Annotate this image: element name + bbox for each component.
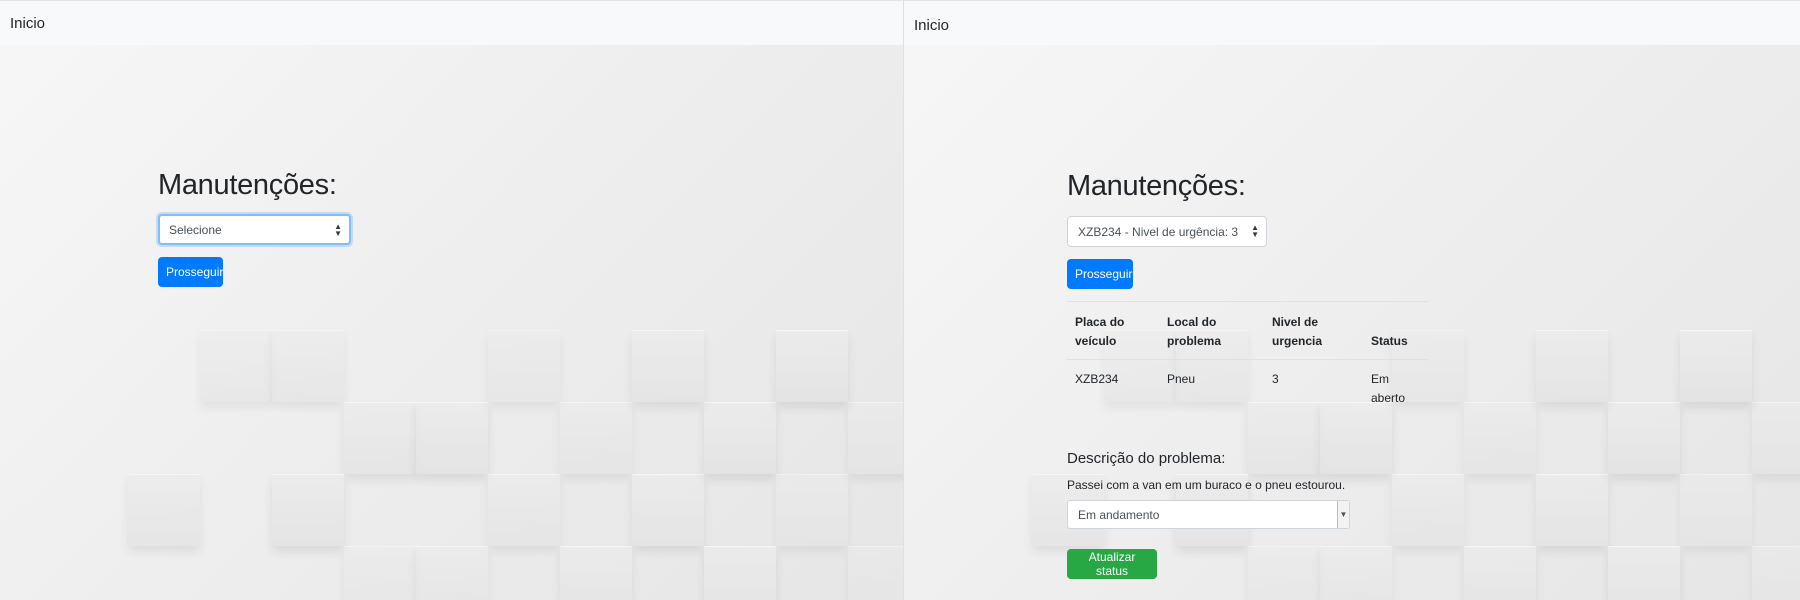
tile-background [904, 0, 1800, 600]
cell-urgency: 3 [1272, 372, 1279, 386]
background-tile [1680, 474, 1752, 546]
background-tile [1464, 402, 1536, 474]
background-tile [272, 474, 344, 546]
sort-arrows-icon: ▲ ▼ [1251, 223, 1259, 239]
background-tile [128, 474, 200, 546]
background-tile [200, 330, 272, 402]
cell-plate: XZB234 [1075, 372, 1119, 386]
column-header-plate: Placa do veículo [1067, 301, 1159, 360]
left-screen: Inicio Manutenções: Selecione ▲ ▼ Prosseg… [0, 0, 903, 600]
navbar: Inicio [0, 0, 903, 45]
vehicle-select-value: XZB234 - Nivel de urgência: 3 [1078, 225, 1239, 239]
background-tile [848, 546, 903, 600]
background-tile [1680, 330, 1752, 402]
background-tile [704, 546, 776, 600]
background-tile [1752, 402, 1800, 474]
proceed-button[interactable]: Prosseguir [158, 257, 223, 287]
background-tile [704, 402, 776, 474]
background-tile [632, 330, 704, 402]
maintenance-table: Placa do veículo Local do problema Nivel… [1067, 301, 1429, 420]
vehicle-select-value: Selecione [169, 223, 222, 237]
status-select-value: Em andamento [1078, 508, 1160, 522]
status-select[interactable]: Em andamento ▼ [1067, 500, 1350, 529]
background-tile [1248, 546, 1320, 600]
background-tile [560, 546, 632, 600]
background-tile [416, 402, 488, 474]
description-text: Passei com a van em um buraco e o pneu e… [1067, 478, 1346, 492]
chevron-down-icon: ▼ [1337, 501, 1349, 528]
background-tile [488, 330, 560, 402]
vehicle-select[interactable]: XZB234 - Nivel de urgência: 3 ▲ ▼ [1067, 216, 1267, 247]
cell-status: Em aberto [1371, 372, 1406, 405]
sort-arrows-icon: ▲ ▼ [334, 222, 342, 238]
background-tile [1608, 546, 1680, 600]
update-status-button[interactable]: Atualizar status [1067, 549, 1157, 579]
table-row: XZB234 Pneu 3 Em aberto [1067, 360, 1429, 420]
background-tile [776, 330, 848, 402]
background-tile [344, 546, 416, 600]
background-tile [1536, 474, 1608, 546]
background-tile [560, 402, 632, 474]
background-tile [1608, 402, 1680, 474]
background-tile [776, 474, 848, 546]
background-tile [1392, 474, 1464, 546]
nav-home-link[interactable]: Inicio [914, 17, 949, 34]
cell-location: Pneu [1167, 372, 1196, 386]
background-tile [848, 402, 903, 474]
right-screen: Inicio Manutenções: XZB234 - Nivel de ur… [903, 0, 1800, 600]
table-header-row: Placa do veículo Local do problema Nivel… [1067, 301, 1429, 360]
background-tile [416, 546, 488, 600]
page-title: Manutenções: [1067, 170, 1246, 202]
background-tile [1464, 546, 1536, 600]
column-header-status: Status [1363, 301, 1429, 360]
column-header-urgency: Nivel de urgencia [1264, 301, 1363, 360]
background-tile [344, 402, 416, 474]
page-title: Manutenções: [158, 169, 337, 201]
background-tile [1752, 546, 1800, 600]
nav-home-link[interactable]: Inicio [10, 15, 45, 32]
description-label: Descrição do problema: [1067, 450, 1226, 467]
background-tile [1536, 330, 1608, 402]
vehicle-select[interactable]: Selecione ▲ ▼ [158, 214, 351, 245]
proceed-button[interactable]: Prosseguir [1067, 259, 1133, 289]
background-tile [488, 474, 560, 546]
navbar: Inicio [904, 0, 1800, 45]
column-header-location: Local do problema [1159, 301, 1264, 360]
background-tile [1320, 546, 1392, 600]
background-tile [632, 474, 704, 546]
tile-background [0, 0, 903, 600]
background-tile [272, 330, 344, 402]
